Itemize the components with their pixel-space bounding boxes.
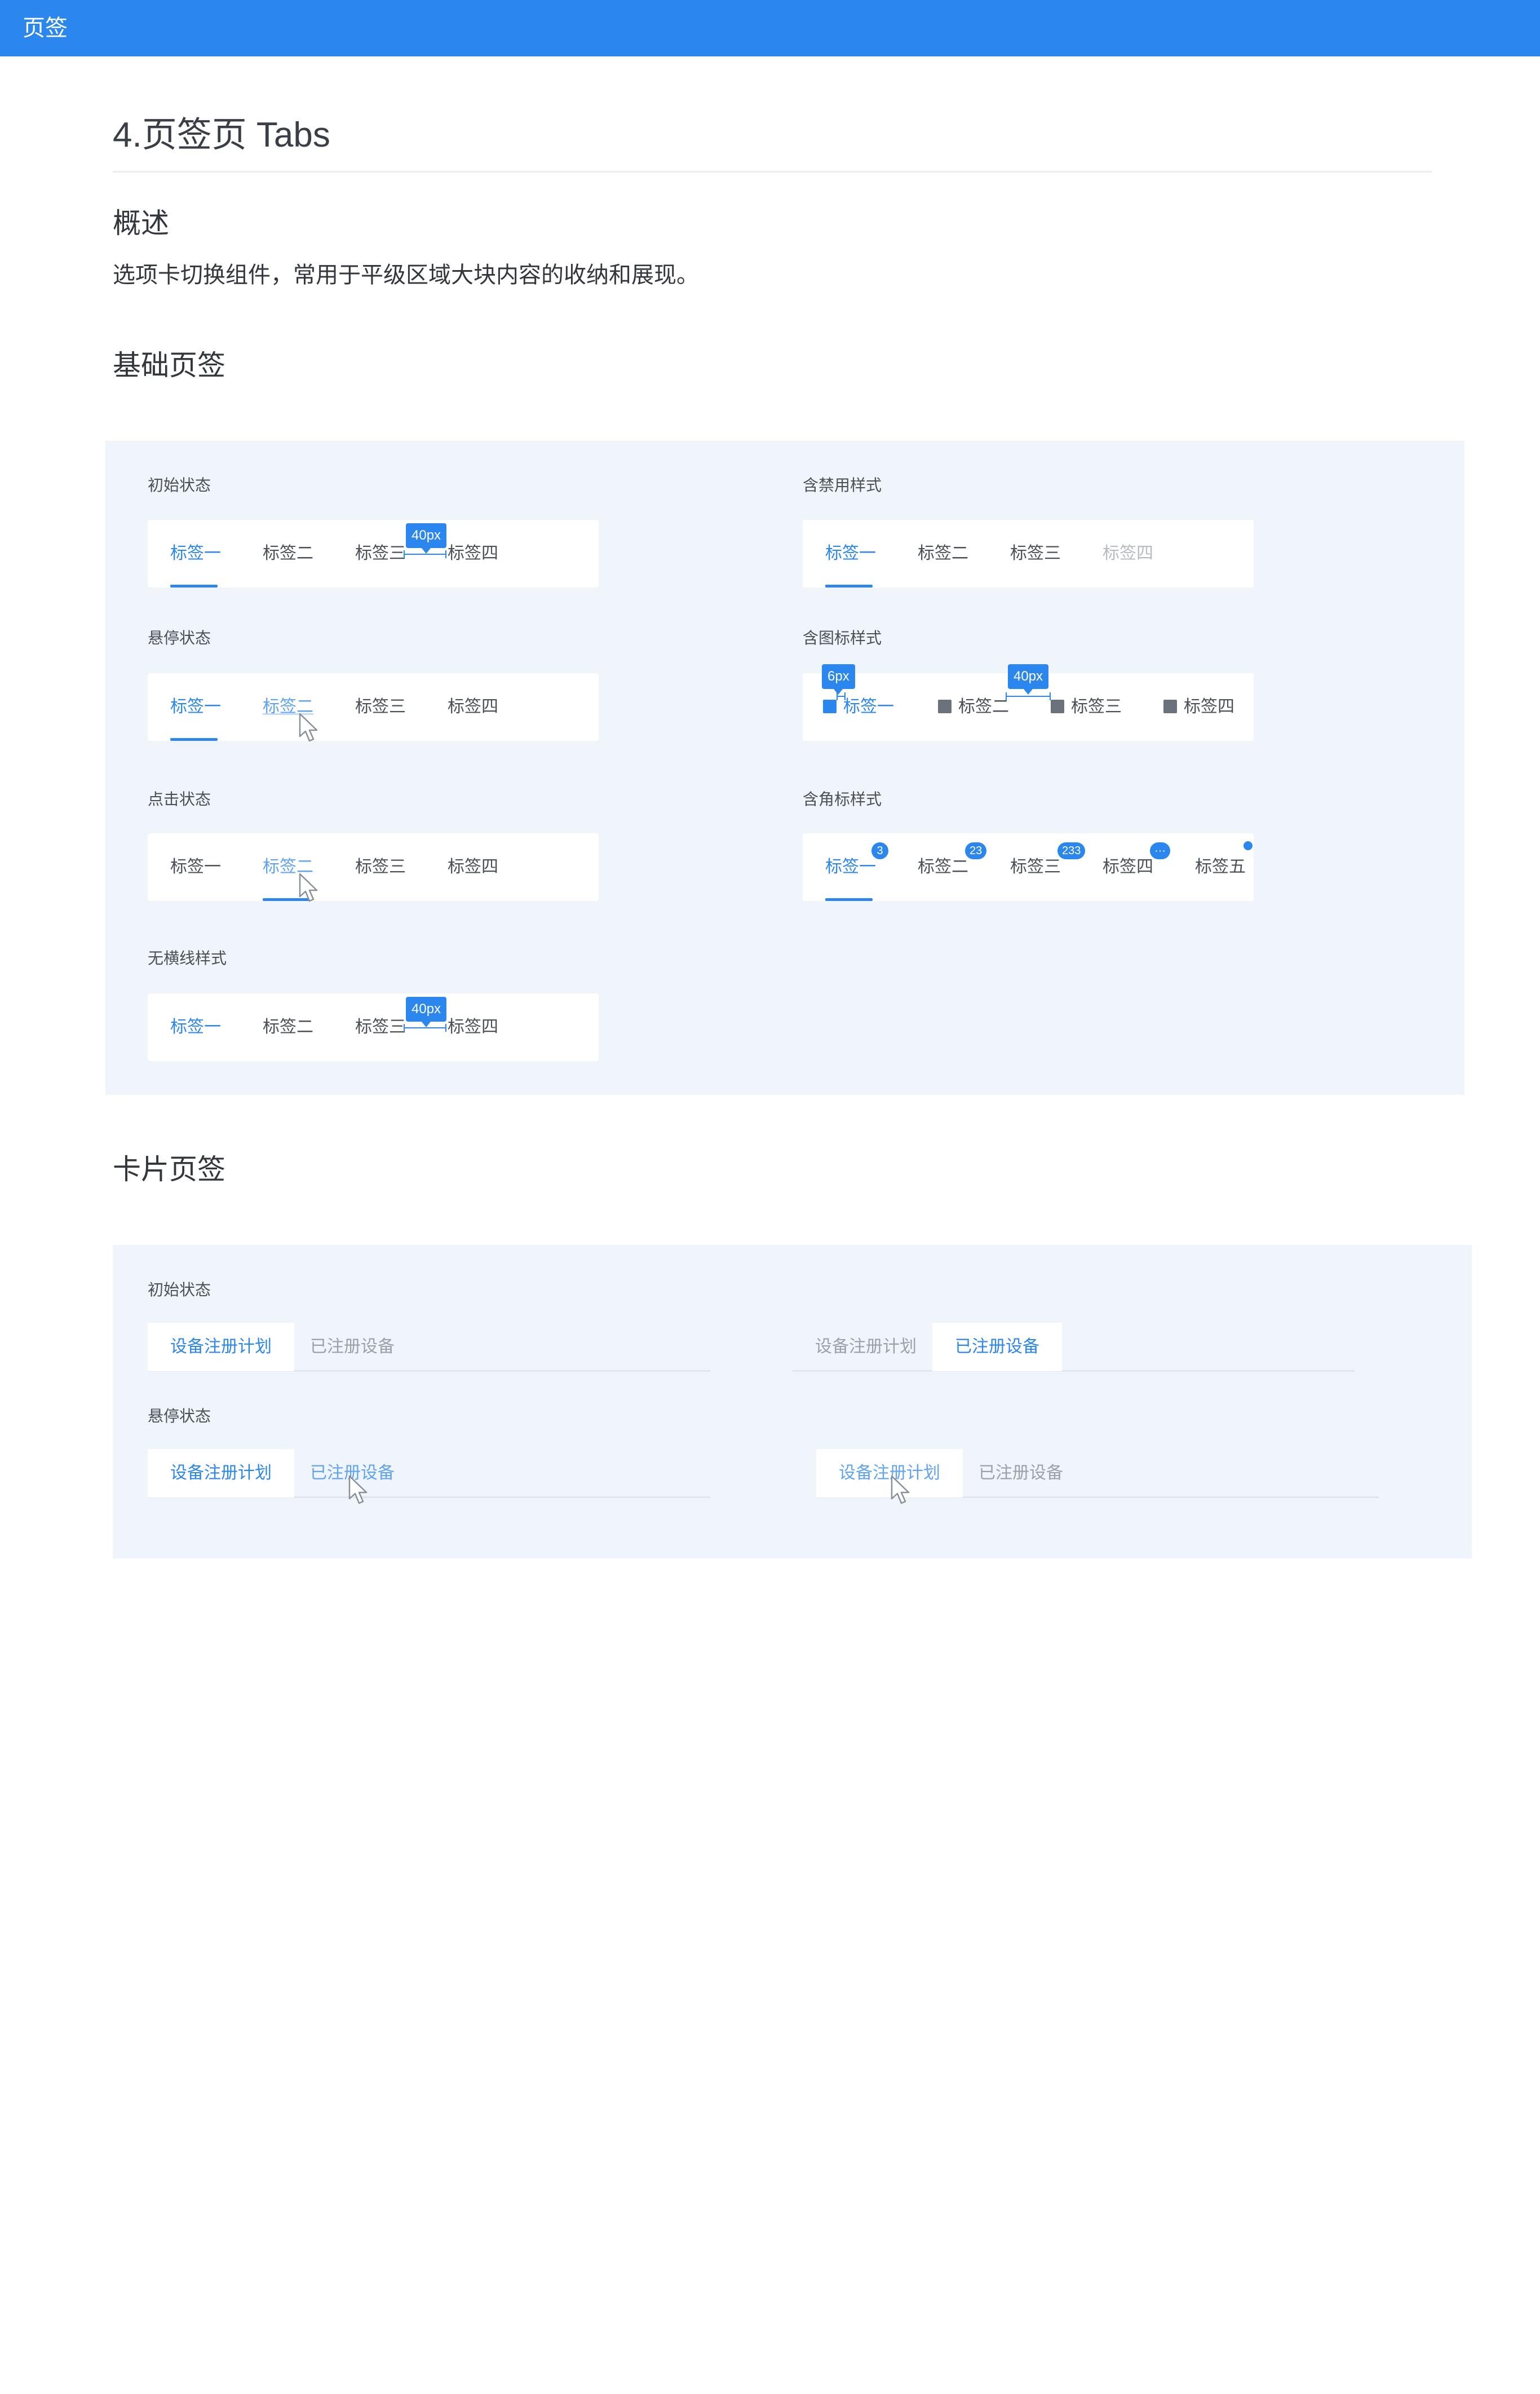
icon-style-label: 含图标样式 xyxy=(803,629,882,647)
spacing-annotation: 40px xyxy=(1008,664,1049,695)
spacing-measure xyxy=(404,1024,446,1040)
tab-item[interactable]: 标签四 xyxy=(448,833,498,901)
no-line-style-label: 无横线样式 xyxy=(148,949,227,967)
tab-item[interactable]: 标签三 xyxy=(355,673,406,741)
tab-item[interactable]: 标签三 xyxy=(1010,833,1061,901)
click-state-label: 点击状态 xyxy=(148,790,211,808)
card-tab-active[interactable]: 设备注册计划 xyxy=(148,1323,294,1371)
hover-state-label: 悬停状态 xyxy=(148,629,211,647)
tabs-click: 标签一 标签二 标签三 标签四 xyxy=(148,833,599,901)
tab-item[interactable]: 标签三 xyxy=(355,993,406,1061)
tab-item[interactable]: 标签五 xyxy=(1195,833,1246,901)
tab-item[interactable]: 标签一 xyxy=(170,520,221,588)
tab-item[interactable]: 标签二 xyxy=(938,673,1009,741)
tabs-no-line: 标签一 标签二 标签三 标签四 xyxy=(148,993,599,1061)
tab-item[interactable]: 标签三 xyxy=(355,520,406,588)
tab-item[interactable]: 标签四 xyxy=(448,520,498,588)
tabs-hover: 标签一 标签二 标签三 标签四 xyxy=(148,673,599,741)
tab-item[interactable]: 标签三 xyxy=(355,833,406,901)
overview-text: 选项卡切换组件，常用于平级区域大块内容的收纳和展现。 xyxy=(113,263,699,288)
active-underline xyxy=(170,585,218,588)
card-tabs-panel xyxy=(113,1245,1472,1558)
tab-item[interactable]: 标签二 xyxy=(263,520,313,588)
tab-item[interactable]: 标签四 xyxy=(1163,673,1234,741)
badge-style-label: 含角标样式 xyxy=(803,790,882,808)
top-bar-title: 页签 xyxy=(23,16,68,41)
card-hover-label: 悬停状态 xyxy=(148,1407,211,1425)
page-title: 4.页签页 Tabs xyxy=(113,116,330,154)
overview-heading: 概述 xyxy=(113,207,169,239)
tabs-disabled: 标签一 标签二 标签三 标签四 xyxy=(803,520,1254,588)
basic-tabs-heading: 基础页签 xyxy=(113,350,225,381)
tab-item[interactable]: 标签一 xyxy=(170,673,221,741)
tabs-with-badge: 标签一 3 标签二 23 标签三 233 标签四 ··· 标签五 xyxy=(803,833,1254,901)
top-bar: 页签 xyxy=(0,0,1540,56)
tabs-initial: 标签一 标签二 标签三 标签四 xyxy=(148,520,599,588)
tab-item[interactable]: 标签一 xyxy=(825,520,876,588)
count-badge: 23 xyxy=(965,842,987,859)
count-badge: 233 xyxy=(1057,842,1086,859)
title-divider xyxy=(113,171,1432,173)
cursor-icon xyxy=(299,713,318,742)
tab-icon xyxy=(938,700,952,714)
spacing-annotation: 40px xyxy=(406,523,447,554)
spacing-measure xyxy=(1006,692,1051,708)
card-tab-active[interactable]: 设备注册计划 xyxy=(148,1449,294,1498)
card-initial-label: 初始状态 xyxy=(148,1281,211,1298)
tab-item[interactable]: 标签二 xyxy=(918,520,968,588)
tab-item[interactable]: 标签一 xyxy=(170,993,221,1061)
card-tabs-heading: 卡片页签 xyxy=(113,1154,225,1185)
tab-icon xyxy=(823,700,837,714)
tab-item[interactable]: 标签一 xyxy=(170,833,221,901)
count-badge: 3 xyxy=(871,842,888,859)
tab-item[interactable]: 标签二 xyxy=(263,993,313,1061)
initial-state-label: 初始状态 xyxy=(148,476,211,494)
cursor-icon xyxy=(299,873,318,902)
tab-item[interactable]: 标签四 xyxy=(1103,833,1153,901)
active-underline xyxy=(170,738,218,741)
tab-item[interactable]: 标签三 xyxy=(1010,520,1061,588)
card-tab-active[interactable]: 已注册设备 xyxy=(932,1323,1062,1371)
tab-label: 标签二 xyxy=(958,697,1009,716)
tab-label: 标签一 xyxy=(843,697,894,716)
spacing-measure xyxy=(404,550,446,566)
card-tab[interactable]: 已注册设备 xyxy=(287,1323,417,1371)
dot-badge xyxy=(1243,841,1253,850)
tab-item[interactable]: 标签四 xyxy=(448,993,498,1061)
tab-item[interactable]: 标签一 xyxy=(825,833,876,901)
icon-gap-annotation: 6px xyxy=(822,664,855,695)
icon-gap-measure xyxy=(837,692,846,708)
card-tab[interactable]: 设备注册计划 xyxy=(793,1323,939,1371)
cursor-icon xyxy=(348,1475,368,1504)
tab-icon xyxy=(1163,700,1177,714)
card-tab[interactable]: 已注册设备 xyxy=(956,1449,1086,1498)
tab-label: 标签三 xyxy=(1071,697,1122,716)
tab-item-disabled: 标签四 xyxy=(1103,544,1153,563)
active-underline xyxy=(825,898,873,901)
active-underline xyxy=(825,585,873,588)
tab-item[interactable]: 标签二 xyxy=(918,833,968,901)
tab-icon xyxy=(1051,700,1064,714)
more-badge: ··· xyxy=(1150,842,1170,859)
spacing-annotation: 40px xyxy=(406,997,447,1027)
tab-item[interactable]: 标签三 xyxy=(1051,673,1122,741)
tab-label: 标签四 xyxy=(1184,697,1234,716)
tab-item[interactable]: 标签四 xyxy=(448,673,498,741)
cursor-icon xyxy=(891,1475,910,1504)
disabled-style-label: 含禁用样式 xyxy=(803,476,882,494)
